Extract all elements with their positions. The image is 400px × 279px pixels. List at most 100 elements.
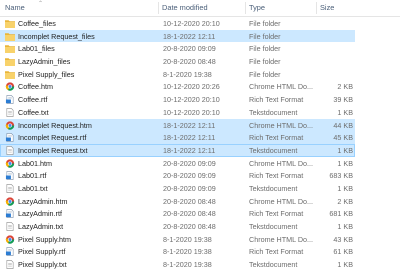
file-type: Chrome HTML Do... bbox=[249, 120, 314, 130]
file-size bbox=[321, 69, 353, 80]
file-name[interactable]: Lab01.txt bbox=[18, 183, 158, 194]
file-size: 683 KB bbox=[329, 171, 353, 181]
column-header-name[interactable]: Name bbox=[2, 0, 158, 16]
file-date-modified: 18-1-2022 12:11 bbox=[163, 120, 216, 130]
file-type: Tekstdocument bbox=[249, 145, 298, 155]
file-row[interactable]: Lab01.rtf 20-8-2020 09:09 Rich Text Format… bbox=[0, 169, 355, 182]
column-header: ⌃ Name Date modified Type Size bbox=[0, 0, 400, 17]
file-row[interactable]: Lab01_files 20-8-2020 09:09 File folder bbox=[0, 42, 355, 55]
file-date-modified: 20-8-2020 08:48 bbox=[163, 57, 216, 67]
file-date-modified: 18-1-2022 12:11 bbox=[163, 31, 216, 41]
file-name[interactable]: Coffee.htm bbox=[18, 81, 158, 92]
file-type: Rich Text Format bbox=[249, 133, 304, 143]
file-name[interactable]: Incomplet Request.txt bbox=[18, 145, 158, 156]
file-date-modified: 20-8-2020 09:09 bbox=[163, 171, 216, 181]
file-name[interactable]: Lab01.htm bbox=[18, 158, 158, 169]
file-size: 1 KB bbox=[337, 107, 353, 117]
file-row[interactable]: Lab01.txt 20-8-2020 09:09 Tekstdocument 1 K… bbox=[0, 182, 355, 195]
file-size bbox=[321, 18, 353, 29]
file-type: Chrome HTML Do... bbox=[249, 196, 314, 206]
file-type: Rich Text Format bbox=[249, 247, 304, 257]
file-name[interactable]: LazyAdmin.htm bbox=[18, 196, 158, 207]
file-row[interactable]: Coffee_files 10-12-2020 20:10 File folder bbox=[0, 17, 355, 30]
file-name[interactable]: Incomplet Request_files bbox=[18, 31, 158, 42]
file-size: 1 KB bbox=[337, 222, 353, 231]
file-name[interactable]: Pixel Supply_files bbox=[18, 69, 158, 80]
file-row[interactable]: Pixel Supply.rtf 8-1-2020 19:38 Rich Text … bbox=[0, 245, 355, 258]
column-header-date[interactable]: Date modified bbox=[159, 0, 245, 16]
file-row[interactable]: Pixel Supply_files 8-1-2020 19:38 File fol… bbox=[0, 68, 355, 81]
file-name[interactable]: Pixel Supply.txt bbox=[18, 259, 158, 270]
file-type: Tekstdocument bbox=[249, 107, 298, 117]
file-type: Rich Text Format bbox=[249, 209, 304, 219]
file-type: File folder bbox=[249, 57, 281, 67]
file-size bbox=[321, 31, 353, 42]
file-row[interactable]: Coffee.rtf 10-12-2020 20:10 Rich Text Form… bbox=[0, 93, 355, 106]
file-row[interactable]: Pixel Supply.htm 8-1-2020 19:38 Chrome HTM… bbox=[0, 233, 355, 246]
file-row[interactable]: LazyAdmin.htm 20-8-2020 08:48 Chrome HTML … bbox=[0, 195, 355, 208]
file-type: File folder bbox=[249, 44, 281, 54]
file-name[interactable]: LazyAdmin_files bbox=[18, 56, 158, 67]
file-type: Chrome HTML Do... bbox=[249, 158, 314, 168]
file-type: Tekstdocument bbox=[249, 183, 298, 193]
file-date-modified: 20-8-2020 08:48 bbox=[163, 209, 216, 219]
file-row[interactable]: Incomplet Request.txt 18-1-2022 12:11 Teks… bbox=[0, 143, 355, 157]
file-size bbox=[321, 43, 353, 54]
file-row[interactable]: Coffee.htm 10-12-2020 20:26 Chrome HTML Do… bbox=[0, 80, 355, 93]
file-type: File folder bbox=[249, 31, 281, 41]
file-date-modified: 10-12-2020 20:10 bbox=[163, 19, 220, 28]
file-size: 1 KB bbox=[337, 158, 353, 168]
file-date-modified: 8-1-2020 19:38 bbox=[163, 234, 212, 244]
file-date-modified: 8-1-2020 19:38 bbox=[163, 69, 212, 79]
file-type: Tekstdocument bbox=[249, 222, 298, 231]
file-date-modified: 20-8-2020 09:09 bbox=[163, 183, 216, 193]
column-header-size[interactable]: Size bbox=[317, 0, 357, 16]
file-type: File folder bbox=[249, 19, 281, 28]
file-size: 39 KB bbox=[333, 95, 353, 105]
file-size: 681 KB bbox=[329, 209, 353, 219]
file-name[interactable]: Pixel Supply.rtf bbox=[18, 246, 158, 257]
file-name[interactable]: LazyAdmin.txt bbox=[18, 221, 158, 232]
file-size: 1 KB bbox=[337, 260, 353, 270]
file-name[interactable]: Lab01.rtf bbox=[18, 170, 158, 181]
file-size: 1 KB bbox=[337, 145, 353, 155]
file-date-modified: 20-8-2020 08:48 bbox=[163, 222, 216, 231]
file-row[interactable]: LazyAdmin.rtf 20-8-2020 08:48 Rich Text Fo… bbox=[0, 207, 355, 220]
file-size: 45 KB bbox=[333, 133, 353, 143]
file-date-modified: 18-1-2022 12:11 bbox=[163, 133, 216, 143]
file-type: Rich Text Format bbox=[249, 171, 304, 181]
file-name[interactable]: Incomplet Request.rtf bbox=[18, 132, 158, 143]
file-type: Chrome HTML Do... bbox=[249, 82, 314, 92]
file-date-modified: 10-12-2020 20:26 bbox=[163, 82, 220, 92]
file-size bbox=[321, 56, 353, 67]
file-row[interactable]: Pixel Supply.txt 8-1-2020 19:38 Tekstdocum… bbox=[0, 258, 355, 271]
file-row[interactable]: Lab01.htm 20-8-2020 09:09 Chrome HTML Do..… bbox=[0, 157, 355, 170]
file-size: 43 KB bbox=[333, 234, 353, 244]
file-row[interactable]: Incomplet Request.htm 18-1-2022 12:11 Chro… bbox=[0, 118, 355, 132]
file-name[interactable]: Incomplet Request.htm bbox=[18, 120, 158, 131]
file-name[interactable]: Lab01_files bbox=[18, 43, 158, 54]
file-name[interactable]: Coffee.txt bbox=[18, 107, 158, 118]
file-name[interactable]: Coffee_files bbox=[18, 18, 158, 29]
file-date-modified: 20-8-2020 09:09 bbox=[163, 44, 216, 54]
file-type: File folder bbox=[249, 69, 281, 79]
file-row[interactable]: LazyAdmin.txt 20-8-2020 08:48 Tekstdocumen… bbox=[0, 220, 355, 233]
file-row[interactable]: Coffee.txt 10-12-2020 20:10 Tekstdocument 1… bbox=[0, 106, 355, 119]
file-date-modified: 20-8-2020 08:48 bbox=[163, 196, 216, 206]
file-size: 1 KB bbox=[337, 183, 353, 193]
file-type: Tekstdocument bbox=[249, 260, 298, 270]
file-size: 44 KB bbox=[333, 120, 353, 130]
file-list: Coffee_files 10-12-2020 20:10 File folder I… bbox=[0, 17, 400, 271]
file-name[interactable]: Pixel Supply.htm bbox=[18, 234, 158, 245]
file-date-modified: 20-8-2020 09:09 bbox=[163, 158, 216, 168]
file-row[interactable]: Incomplet Request.rtf 18-1-2022 12:11 Rich… bbox=[0, 131, 355, 144]
file-row[interactable]: Incomplet Request_files 18-1-2022 12:11 Fi… bbox=[0, 29, 355, 43]
file-date-modified: 10-12-2020 20:10 bbox=[163, 107, 220, 117]
column-header-type[interactable]: Type bbox=[246, 0, 316, 16]
file-name[interactable]: Coffee.rtf bbox=[18, 94, 158, 105]
file-date-modified: 10-12-2020 20:10 bbox=[163, 95, 220, 105]
file-row[interactable]: LazyAdmin_files 20-8-2020 08:48 File folde… bbox=[0, 55, 355, 68]
file-size: 2 KB bbox=[337, 196, 353, 206]
file-name[interactable]: LazyAdmin.rtf bbox=[18, 208, 158, 219]
file-date-modified: 18-1-2022 12:11 bbox=[163, 145, 216, 155]
